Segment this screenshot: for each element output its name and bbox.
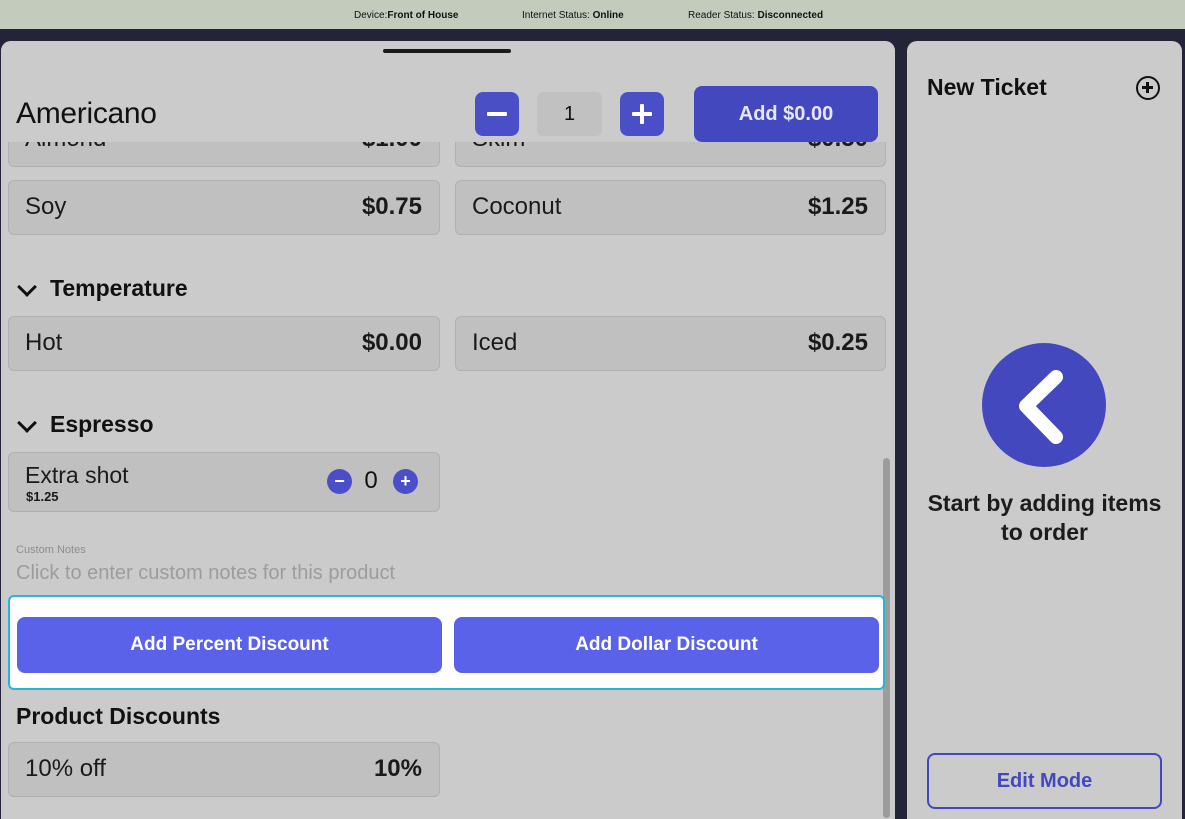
section-temperature[interactable]: Temperature — [16, 275, 188, 302]
decrement-button[interactable]: − — [327, 469, 352, 494]
minus-icon: − — [334, 471, 345, 491]
option-price: $0.75 — [361, 193, 422, 220]
section-espresso[interactable]: Espresso — [16, 411, 154, 438]
device-value: Front of House — [387, 10, 459, 21]
option-price: $0.00 — [361, 329, 422, 356]
quantity-decrement-button[interactable] — [475, 92, 519, 136]
device-label: Device: — [354, 10, 388, 21]
option-soy[interactable]: Soy $0.75 — [8, 180, 440, 235]
option-name: Soy — [25, 193, 67, 220]
product-sheet: Almond $1.00 Skim $0.50 Soy $0.75 Coconu… — [1, 41, 895, 819]
chevron-down-icon — [17, 413, 37, 433]
custom-notes-input[interactable] — [16, 562, 876, 585]
minus-icon — [487, 112, 507, 116]
extra-shot-count: 0 — [364, 467, 378, 494]
section-title: Espresso — [50, 411, 154, 437]
internet-value: Online — [592, 10, 624, 21]
plus-icon: + — [400, 471, 411, 491]
edit-mode-button[interactable]: Edit Mode — [927, 753, 1162, 809]
internet-status: Internet Status: Online — [522, 10, 624, 21]
ticket-panel: New Ticket Start by adding items to orde… — [907, 41, 1182, 819]
empty-ticket-message: Start by adding items to order — [927, 490, 1162, 545]
internet-label: Internet Status: — [522, 10, 593, 21]
option-name: Coconut — [472, 193, 562, 220]
option-price: $1.25 — [807, 193, 868, 220]
option-coconut[interactable]: Coconut $1.25 — [455, 180, 886, 235]
option-hot[interactable]: Hot $0.00 — [8, 316, 440, 371]
option-name: Iced — [472, 329, 518, 356]
option-price: $0.25 — [807, 329, 868, 356]
add-to-ticket-button[interactable]: Add $0.00 — [694, 86, 878, 142]
add-dollar-discount-button[interactable]: Add Dollar Discount — [454, 617, 879, 673]
status-bar: Device:Front of House Internet Status: O… — [0, 0, 1185, 29]
custom-notes-label: Custom Notes — [16, 544, 86, 556]
quantity-field[interactable]: 1 — [537, 92, 602, 136]
add-percent-discount-button[interactable]: Add Percent Discount — [17, 617, 442, 673]
discount-item[interactable]: 10% off 10% — [8, 742, 440, 797]
option-iced[interactable]: Iced $0.25 — [455, 316, 886, 371]
reader-status: Reader Status: Disconnected — [688, 10, 823, 21]
device-status: Device:Front of House — [354, 10, 458, 21]
discount-buttons-panel: Add Percent Discount Add Dollar Discount — [8, 595, 885, 690]
discount-value: 10% — [373, 755, 422, 782]
option-name: Extra shot — [25, 462, 129, 488]
sheet-drag-handle[interactable] — [383, 49, 511, 53]
product-discounts-title: Product Discounts — [16, 703, 221, 729]
section-title: Temperature — [50, 275, 188, 301]
reader-value: Disconnected — [757, 10, 824, 21]
chevron-down-icon — [17, 277, 37, 297]
increment-button[interactable]: + — [393, 469, 418, 494]
ticket-title: New Ticket — [927, 74, 1047, 100]
quantity-increment-button[interactable] — [620, 92, 664, 136]
discount-name: 10% off — [25, 755, 106, 782]
product-header: Americano 1 Add $0.00 — [1, 41, 895, 142]
option-extra-shot: Extra shot $1.25 − 0 + — [8, 452, 440, 512]
chevron-left-icon — [982, 343, 1106, 467]
product-title: Americano — [16, 97, 157, 130]
reader-label: Reader Status: — [688, 10, 758, 21]
plus-circle-icon[interactable] — [1136, 76, 1160, 100]
option-price: $1.25 — [26, 489, 59, 504]
option-name: Hot — [25, 329, 63, 356]
